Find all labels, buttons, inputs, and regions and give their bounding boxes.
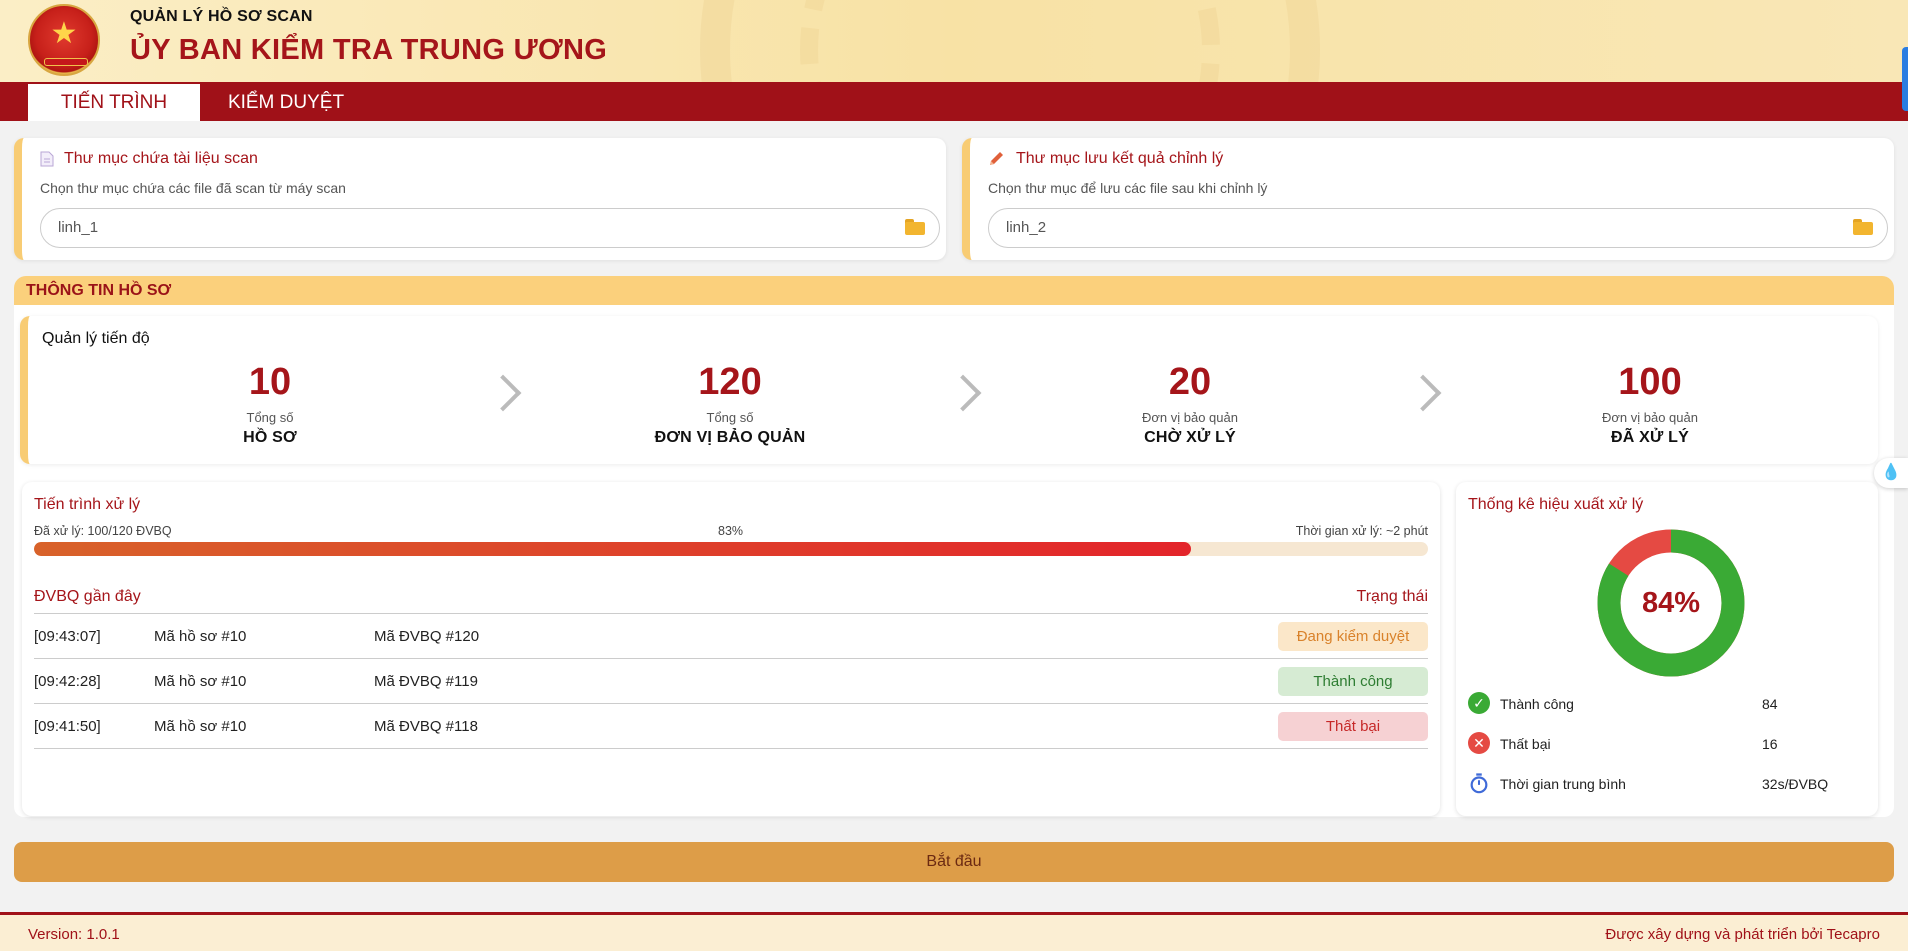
efficiency-percent: 84% xyxy=(1641,587,1701,619)
progress-title: Quản lý tiến độ xyxy=(42,330,150,347)
progress-bar xyxy=(34,542,1428,556)
legend-average-time: Thời gian trung bình 32s/ĐVBQ xyxy=(1468,770,1866,798)
scan-folder-card: Thư mục chứa tài liệu scan Chọn thư mục … xyxy=(14,138,946,260)
row-time: [09:43:07] xyxy=(34,628,101,645)
stat-label: Đơn vị bảo quản xyxy=(1142,410,1238,425)
scan-folder-title: Thư mục chứa tài liệu scan xyxy=(64,150,258,167)
app-subtitle: QUẢN LÝ HỒ SƠ SCAN xyxy=(130,8,313,25)
pencil-icon xyxy=(990,152,1003,165)
stat-caption: CHỜ XỬ LÝ xyxy=(1144,429,1236,446)
list-item: [09:43:07] Mã hồ sơ #10 Mã ĐVBQ #120 Đan… xyxy=(34,614,1428,659)
scan-folder-desc: Chọn thư mục chứa các file đã scan từ má… xyxy=(40,180,346,196)
progress-bar-fill xyxy=(34,542,1192,556)
stat-caption: HỒ SƠ xyxy=(243,429,297,446)
status-badge: Đang kiểm duyệt xyxy=(1278,622,1428,651)
tab-bar: TIẾN TRÌNH KIỂM DUYỆT xyxy=(0,82,1908,121)
average-time-label: Thời gian trung bình xyxy=(1500,776,1626,792)
stat-number: 120 xyxy=(698,361,762,403)
efficiency-title: Thống kê hiệu xuất xử lý xyxy=(1468,496,1644,513)
status-column-title: Trạng thái xyxy=(1356,588,1428,605)
footer: Version: 1.0.1 Được xây dựng và phát tri… xyxy=(0,912,1908,951)
row-file-code: Mã hồ sơ #10 xyxy=(154,718,247,735)
processing-card: Tiến trình xử lý Đã xử lý: 100/120 ĐVBQ … xyxy=(22,482,1440,816)
folder-icon[interactable] xyxy=(1853,219,1873,235)
processing-title: Tiến trình xử lý xyxy=(34,496,141,513)
chevron-right-icon xyxy=(490,376,512,410)
scan-folder-value: linh_1 xyxy=(58,219,99,236)
progress-management-card: Quản lý tiến độ 10 Tổng số HỒ SƠ 120 Tổn… xyxy=(20,316,1878,464)
fail-value: 16 xyxy=(1762,736,1778,752)
x-icon: ✕ xyxy=(1468,732,1490,754)
document-icon xyxy=(40,151,54,167)
average-time-value: 32s/ĐVBQ xyxy=(1762,776,1829,792)
legend-fail: ✕ Thất bại 16 xyxy=(1468,730,1866,758)
header-pattern-inner xyxy=(800,0,1220,82)
stat-caption: ĐÃ XỬ LÝ xyxy=(1611,429,1689,446)
result-folder-title: Thư mục lưu kết quả chỉnh lý xyxy=(1016,150,1224,167)
stat-processed-units: 100 Đơn vị bảo quản ĐÃ XỬ LÝ xyxy=(1530,358,1770,447)
row-unit-code: Mã ĐVBQ #120 xyxy=(374,628,480,645)
tab-progress[interactable]: TIẾN TRÌNH xyxy=(28,84,200,121)
recent-units-title: ĐVBQ gần đây xyxy=(34,588,141,605)
chevron-right-icon xyxy=(1410,376,1432,410)
efficiency-card: Thống kê hiệu xuất xử lý 84% ✓ Thành côn… xyxy=(1456,482,1878,816)
stat-caption: ĐƠN VỊ BẢO QUẢN xyxy=(654,429,806,446)
app-header: ★ QUẢN LÝ HỒ SƠ SCAN ỦY BAN KIỂM TRA TRU… xyxy=(0,0,1908,82)
stat-label: Tổng số xyxy=(706,410,754,425)
result-folder-desc: Chọn thư mục để lưu các file sau khi chỉ… xyxy=(988,180,1268,196)
result-folder-value: linh_2 xyxy=(1006,219,1047,236)
row-unit-code: Mã ĐVBQ #118 xyxy=(374,718,478,735)
stat-number: 100 xyxy=(1618,361,1682,403)
check-icon: ✓ xyxy=(1468,692,1490,714)
water-drop-icon[interactable]: 💧 xyxy=(1874,458,1908,488)
success-value: 84 xyxy=(1762,696,1778,712)
side-handle[interactable] xyxy=(1902,47,1908,111)
folder-icon[interactable] xyxy=(905,219,925,235)
stat-label: Đơn vị bảo quản xyxy=(1602,410,1698,425)
stat-number: 20 xyxy=(1168,361,1212,403)
status-badge: Thành công xyxy=(1278,667,1428,696)
stat-label: Tổng số xyxy=(246,410,294,425)
processing-time: Thời gian xử lý: ~2 phút xyxy=(1295,524,1428,538)
credit-text: Được xây dựng và phát triển bởi Tecapro xyxy=(1605,926,1880,943)
row-file-code: Mã hồ sơ #10 xyxy=(154,673,247,690)
version-text: Version: 1.0.1 xyxy=(28,926,120,943)
emblem-logo: ★ xyxy=(28,4,100,76)
app-title: ỦY BAN KIỂM TRA TRUNG ƯƠNG xyxy=(130,34,608,66)
tab-review[interactable]: KIỂM DUYỆT xyxy=(200,84,372,121)
progress-percent: 83% xyxy=(718,524,744,538)
processed-count: Đã xử lý: 100/120 ĐVBQ xyxy=(34,524,172,538)
list-item: [09:42:28] Mã hồ sơ #10 Mã ĐVBQ #119 Thà… xyxy=(34,659,1428,704)
success-label: Thành công xyxy=(1500,696,1574,712)
status-badge: Thất bại xyxy=(1278,712,1428,741)
list-item: [09:41:50] Mã hồ sơ #10 Mã ĐVBQ #118 Thấ… xyxy=(34,704,1428,749)
chevron-right-icon xyxy=(950,376,972,410)
result-folder-input[interactable]: linh_2 xyxy=(988,208,1888,248)
row-time: [09:42:28] xyxy=(34,673,101,690)
scan-folder-input[interactable]: linh_1 xyxy=(40,208,940,248)
recent-units-list: [09:43:07] Mã hồ sơ #10 Mã ĐVBQ #120 Đan… xyxy=(34,613,1428,749)
row-file-code: Mã hồ sơ #10 xyxy=(154,628,247,645)
stat-number: 10 xyxy=(248,361,292,403)
stat-pending-units: 20 Đơn vị bảo quản CHỜ XỬ LÝ xyxy=(1070,358,1310,447)
row-time: [09:41:50] xyxy=(34,718,101,735)
fail-label: Thất bại xyxy=(1500,736,1551,752)
stat-total-files: 10 Tổng số HỒ SƠ xyxy=(150,358,390,447)
start-button[interactable]: Bắt đầu xyxy=(14,842,1894,882)
section-title: THÔNG TIN HỒ SƠ xyxy=(14,276,1894,305)
legend-success: ✓ Thành công 84 xyxy=(1468,690,1866,718)
stopwatch-icon xyxy=(1470,773,1488,794)
stat-total-units: 120 Tổng số ĐƠN VỊ BẢO QUẢN xyxy=(610,358,850,447)
row-unit-code: Mã ĐVBQ #119 xyxy=(374,673,478,690)
result-folder-card: Thư mục lưu kết quả chỉnh lý Chọn thư mụ… xyxy=(962,138,1894,260)
